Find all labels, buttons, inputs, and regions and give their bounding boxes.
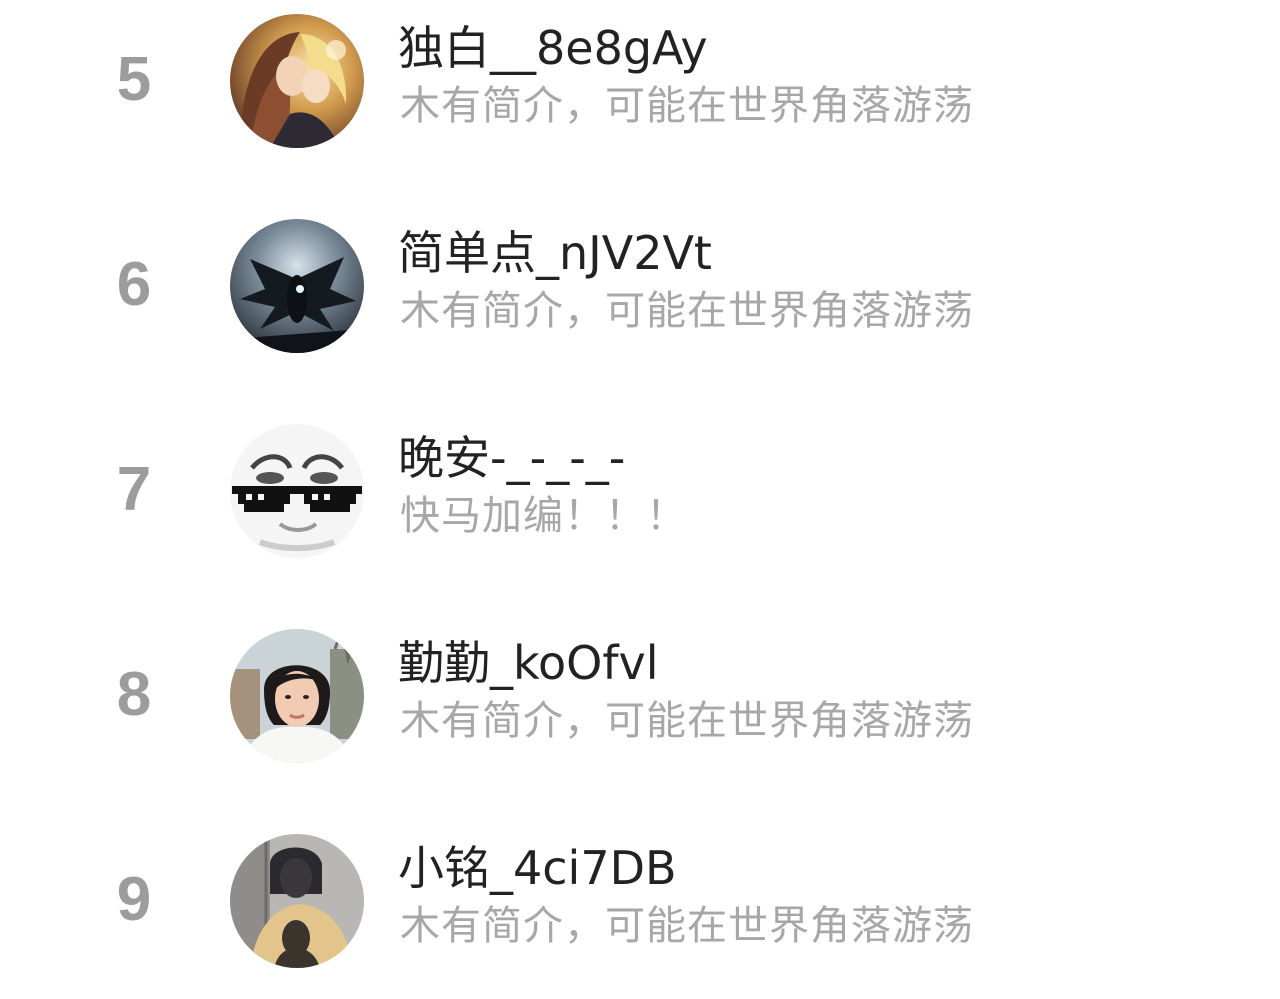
rank-number: 8 (116, 660, 152, 729)
user-name[interactable]: 独白__8e8gAy (398, 20, 708, 76)
ranking-row[interactable]: 8 勤勤_koOfvl 木有简介，可能在世界角落游荡 (0, 615, 1280, 775)
rank-number: 5 (116, 45, 152, 114)
ranking-row[interactable]: 5 独白__8e8gAy 木有简介，可能在世界角落游荡 (0, 0, 1280, 160)
avatar[interactable] (230, 424, 364, 558)
ranking-row[interactable]: 6 简单点_nJV2Vt 木有简介，可能在世界角落游荡 (0, 205, 1280, 365)
user-name[interactable]: 晚安-_-_-_- (398, 430, 625, 486)
avatar[interactable] (230, 629, 364, 763)
user-name[interactable]: 勤勤_koOfvl (398, 635, 659, 691)
ranking-row[interactable]: 9 小铭_4ci7DB 木有简介，可能在世界角落游荡 (0, 820, 1280, 980)
user-name[interactable]: 小铭_4ci7DB (398, 840, 677, 896)
user-bio: 木有简介，可能在世界角落游荡 (400, 698, 974, 744)
rank-number: 6 (116, 250, 152, 319)
user-bio: 木有简介，可能在世界角落游荡 (400, 288, 974, 334)
anime-couple-avatar-image (230, 14, 364, 148)
user-bio: 木有简介，可能在世界角落游荡 (400, 83, 974, 129)
avatar[interactable] (230, 219, 364, 353)
rank-number: 9 (116, 865, 152, 934)
shadow-portrait-avatar-image (230, 834, 364, 968)
user-bio: 木有简介，可能在世界角落游荡 (400, 903, 974, 949)
user-name[interactable]: 简单点_nJV2Vt (398, 225, 712, 281)
avatar[interactable] (230, 14, 364, 148)
meme-sunglasses-face-avatar-image (230, 424, 364, 558)
user-bio: 快马加编！！！ (400, 493, 687, 539)
dark-winged-figure-avatar-image (230, 219, 364, 353)
ranking-row[interactable]: 7 晚安-_-_-_- 快马加编！！！ (0, 410, 1280, 570)
ranking-list: 5 独白__8e8gAy 木有简介，可能在世界角落游荡 6 简单点_nJV2Vt… (0, 0, 1280, 999)
rank-number: 7 (116, 455, 152, 524)
woman-selfie-avatar-image (230, 629, 364, 763)
avatar[interactable] (230, 834, 364, 968)
